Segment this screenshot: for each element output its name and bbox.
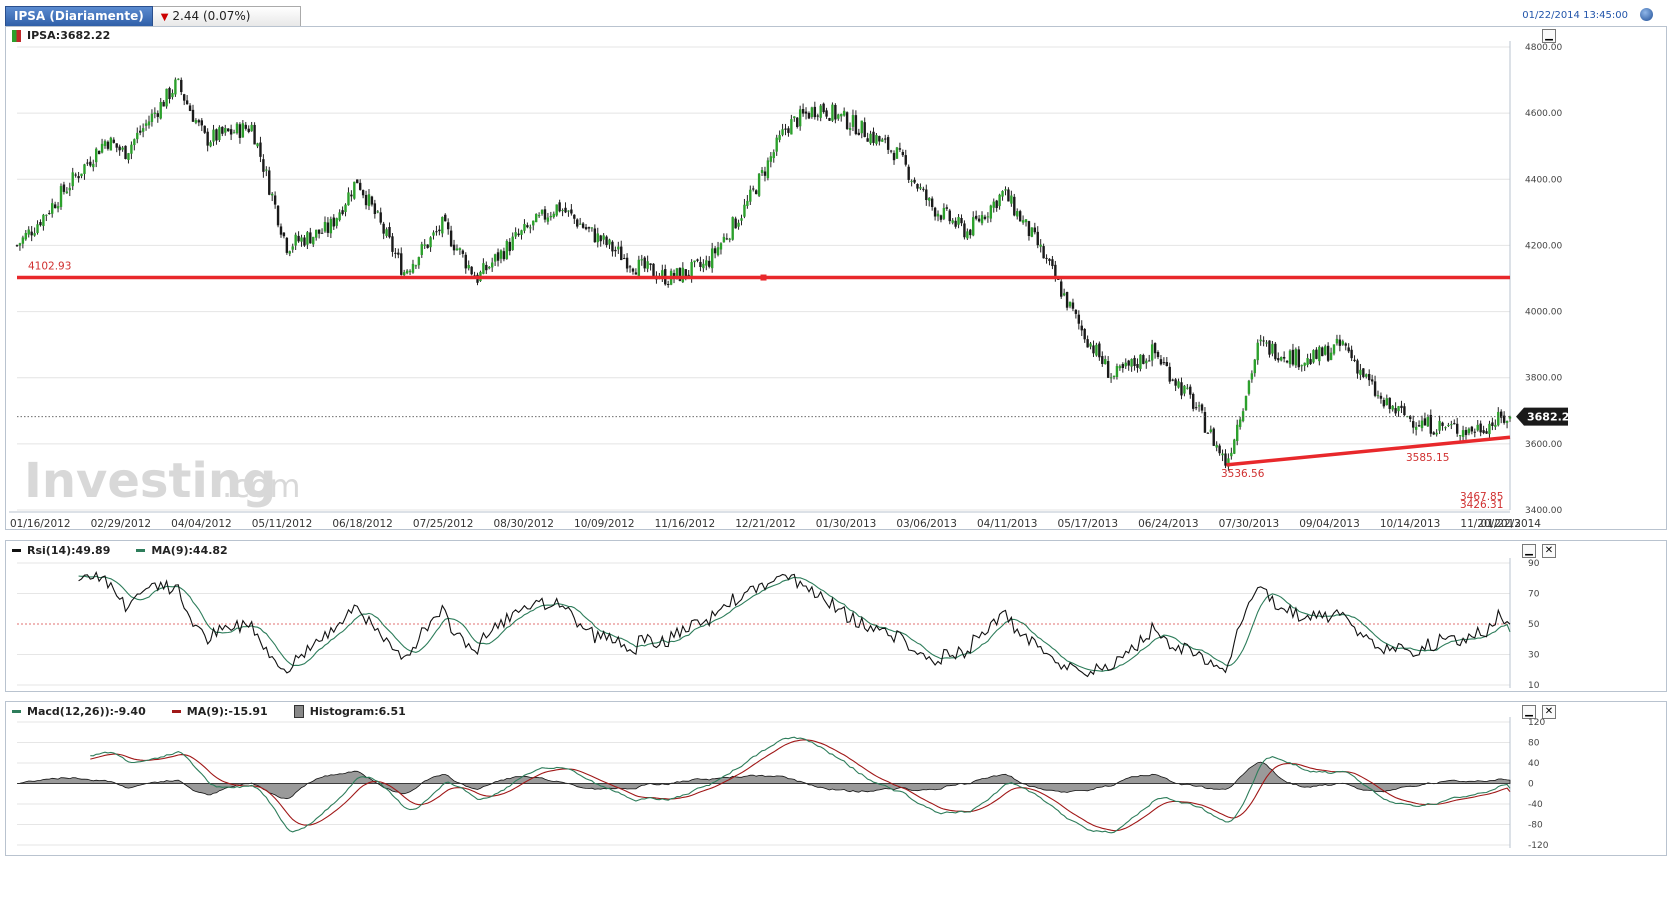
instrument-title[interactable]: IPSA (Diariamente) (5, 6, 153, 27)
rsi-swatch (12, 549, 21, 552)
macd-legend: Macd(12,26)):-9.40 MA(9):-15.91 Histogra… (12, 705, 406, 718)
rsi-ma-legend-text: MA(9):44.82 (151, 544, 228, 557)
rsi-close-button[interactable]: ✕ (1542, 544, 1556, 558)
rsi-ma-swatch (136, 549, 146, 552)
price-legend-text: IPSA:3682.22 (27, 29, 111, 42)
change-value: 2.44 (0.07%) (172, 9, 251, 23)
rsi-minimize-button[interactable]: ▁ (1522, 544, 1536, 558)
change-display: ▼ 2.44 (0.07%) (152, 6, 302, 27)
price-legend: IPSA:3682.22 (12, 29, 110, 42)
minimize-button[interactable]: ▁ (1542, 29, 1556, 43)
histogram-legend-text: Histogram:6.51 (309, 705, 406, 718)
macd-ma-legend-text: MA(9):-15.91 (186, 705, 268, 718)
macd-ma-swatch (171, 710, 181, 713)
histogram-swatch (293, 705, 304, 718)
rsi-legend: Rsi(14):49.89 MA(9):44.82 (12, 544, 228, 557)
macd-close-button[interactable]: ✕ (1542, 705, 1556, 719)
timestamp: 01/22/2014 13:45:00 (1522, 10, 1628, 21)
macd-minimize-button[interactable]: ▁ (1522, 705, 1536, 719)
down-arrow-icon: ▼ (160, 12, 169, 23)
rsi-panel: Rsi(14):49.89 MA(9):44.82 ▁ ✕ (5, 540, 1667, 692)
candle-type-icon (12, 29, 21, 42)
macd-panel: Macd(12,26)):-9.40 MA(9):-15.91 Histogra… (5, 701, 1667, 856)
macd-legend-text: Macd(12,26)):-9.40 (27, 705, 146, 718)
instrument-tab[interactable]: IPSA (Diariamente) ▼ 2.44 (0.07%) (5, 6, 302, 27)
rsi-legend-text: Rsi(14):49.89 (27, 544, 111, 557)
macd-swatch (12, 710, 21, 713)
price-panel: IPSA:3682.22 ▁ (5, 26, 1667, 530)
globe-icon[interactable] (1640, 8, 1653, 21)
